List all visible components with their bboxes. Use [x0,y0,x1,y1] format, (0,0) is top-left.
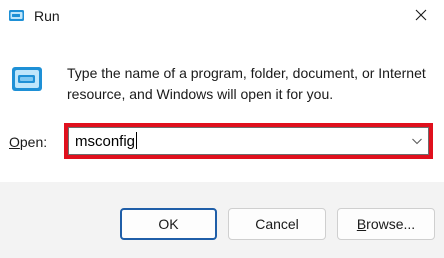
open-input[interactable]: msconfig [75,132,138,152]
window-title: Run [34,8,60,24]
open-input-value: msconfig [75,133,136,150]
open-combobox[interactable]: msconfig [68,127,429,155]
open-label: Open: [9,132,47,152]
run-dialog: Run Type the name of a program, folder, … [0,0,444,258]
cancel-button[interactable]: Cancel [228,208,326,240]
ok-button[interactable]: OK [120,208,217,240]
browse-accelerator: B [356,216,367,232]
text-caret [136,132,138,149]
dialog-content: Type the name of a program, folder, docu… [0,34,444,182]
close-icon [415,8,427,26]
run-dialog-icon [10,64,46,96]
open-label-accelerator: O [9,134,20,150]
close-button[interactable] [398,0,444,34]
open-label-text: pen: [19,134,48,150]
title-bar[interactable]: Run [0,0,444,34]
dialog-footer: OK Cancel Browse... [0,182,444,258]
browse-button[interactable]: Browse... [337,208,435,240]
run-app-icon [8,8,26,24]
dialog-description: Type the name of a program, folder, docu… [67,65,426,102]
browse-label: rowse... [366,216,416,232]
chevron-down-icon[interactable] [410,134,424,148]
